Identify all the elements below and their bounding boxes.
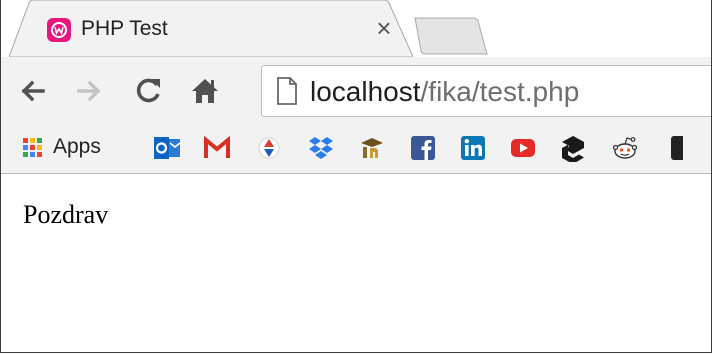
address-bar[interactable]: localhost/fika/test.php [261,65,711,117]
wampserver-icon [47,18,71,42]
reddit-icon[interactable] [611,134,639,162]
new-tab-button[interactable] [413,16,523,56]
tab-strip: PHP Test × [1,0,711,57]
url-text[interactable]: localhost/fika/test.php [310,76,579,108]
dropbox-icon[interactable] [307,134,335,162]
url-host: localhost [310,76,421,107]
apps-label[interactable]: Apps [53,135,101,159]
page-body-text: Pozdrav [23,200,109,229]
url-path: /fika/test.php [420,76,580,107]
home-icon[interactable] [189,75,221,107]
browser-window: PHP Test × localhost/fika/test.php Apps … [0,0,712,353]
page-content: Pozdrav [1,174,711,352]
tab-php-test[interactable]: PHP Test × [9,0,413,57]
nine-gag-icon[interactable] [559,134,587,162]
scholar-icon[interactable] [359,134,387,162]
reload-icon[interactable] [133,75,165,107]
close-icon[interactable]: × [371,15,397,41]
bookmarks-bar: Apps [1,123,711,174]
overflow-bookmark-shape [671,136,683,160]
outlook-icon[interactable] [153,134,181,162]
toolbar: localhost/fika/test.php [1,57,711,123]
facebook-icon[interactable] [409,134,437,162]
apps-grid-icon [23,138,42,157]
arrow-left-icon[interactable] [17,75,49,107]
tab-title: PHP Test [81,17,168,40]
red-blue-bookmark-icon[interactable] [255,134,283,162]
page-icon [277,77,297,105]
youtube-icon[interactable] [509,134,537,162]
gmail-icon[interactable] [203,134,231,162]
overflow-bookmark-icon[interactable] [665,134,685,162]
linkedin-icon[interactable] [459,134,487,162]
arrow-right-icon[interactable] [73,75,105,107]
